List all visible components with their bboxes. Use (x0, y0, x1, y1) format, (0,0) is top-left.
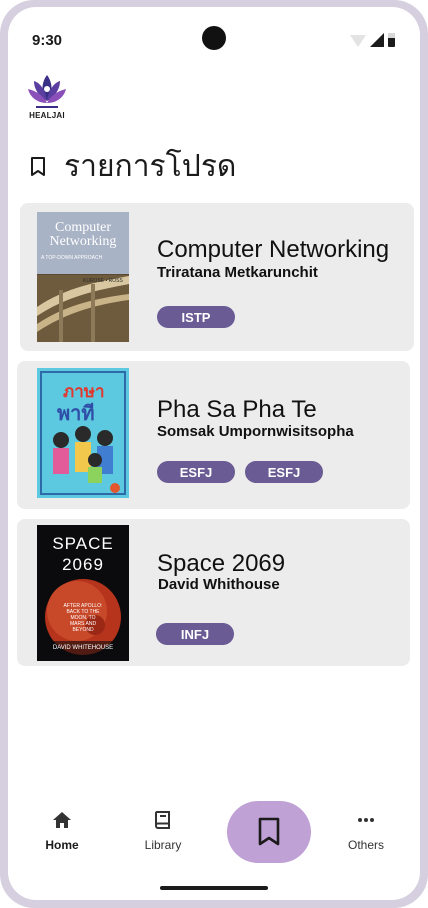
favorite-card[interactable]: ภาษา พาที Pha Sa Pha Te Somsak Umpornwis… (17, 361, 410, 509)
favorite-card[interactable]: Computer Networking A TOP-DOWN APPROACH … (20, 203, 414, 351)
personality-tag[interactable]: ESFJ (157, 461, 235, 483)
device-frame: 9:30 HEALJAI รายการโปรด Computer Network… (0, 0, 428, 908)
cover-subtitle: A TOP-DOWN APPROACH (41, 255, 103, 261)
cellular-signal-icon (370, 33, 384, 47)
book-title: Computer Networking (157, 236, 390, 263)
more-horiz-icon (358, 818, 374, 822)
nav-label-library: Library (144, 838, 182, 852)
book-author: Triratana Metkarunchit (157, 264, 318, 281)
personality-tag[interactable]: ESFJ (245, 461, 323, 483)
book-cover: ภาษา พาที (37, 368, 129, 498)
cover-title-line1: SPACE (52, 534, 114, 553)
cover-title-line2: 2069 (62, 555, 104, 574)
book-cover: Computer Networking A TOP-DOWN APPROACH … (37, 212, 129, 342)
battery-icon (388, 33, 395, 47)
nav-label-others: Others (347, 838, 384, 852)
camera-cutout (202, 26, 226, 50)
personality-tag[interactable]: ISTP (157, 306, 235, 328)
nav-home[interactable]: Home (38, 810, 86, 852)
book-author: Somsak Umpornwisitsopha (157, 423, 354, 440)
app-screen: 9:30 HEALJAI รายการโปรด Computer Network… (8, 7, 420, 900)
page-title: รายการโปรด (64, 150, 237, 183)
book-title: Space 2069 (157, 550, 286, 577)
wifi-icon (350, 35, 366, 47)
nav-favorites[interactable] (227, 801, 311, 863)
book-cover: SPACE 2069 AFTER APOLLO: BACK TO THE MOO… (37, 525, 129, 661)
nav-others[interactable]: Others (338, 810, 394, 852)
personality-tag[interactable]: INFJ (156, 623, 234, 645)
book-title: Pha Sa Pha Te (157, 396, 317, 423)
book-author: David Whithouse (158, 576, 280, 593)
gesture-home-indicator[interactable] (160, 886, 268, 890)
app-logo[interactable]: HEALJAI (24, 73, 70, 125)
cover-title-line2: พาที (57, 403, 95, 425)
logo-text: HEALJAI (29, 111, 65, 120)
cover-authors: DAVID WHITEHOUSE (52, 645, 114, 651)
cover-subtitle: AFTER APOLLO: BACK TO THE MOON, TO MARS … (63, 603, 103, 633)
cover-title-line2: Networking (49, 234, 117, 249)
bookmark-icon (258, 817, 280, 846)
nav-label-home: Home (45, 838, 79, 852)
lotus-logo-icon (28, 75, 66, 108)
status-icons (350, 33, 395, 47)
status-time: 9:30 (32, 32, 63, 49)
book-icon (155, 811, 170, 829)
favorite-card[interactable]: SPACE 2069 AFTER APOLLO: BACK TO THE MOO… (17, 519, 410, 666)
bookmark-outline-icon (31, 156, 45, 176)
nav-library[interactable]: Library (136, 810, 190, 852)
home-icon (53, 812, 71, 828)
page-header: รายการโปรด (28, 143, 236, 190)
cover-authors: KUROSE • ROSS (83, 278, 123, 284)
